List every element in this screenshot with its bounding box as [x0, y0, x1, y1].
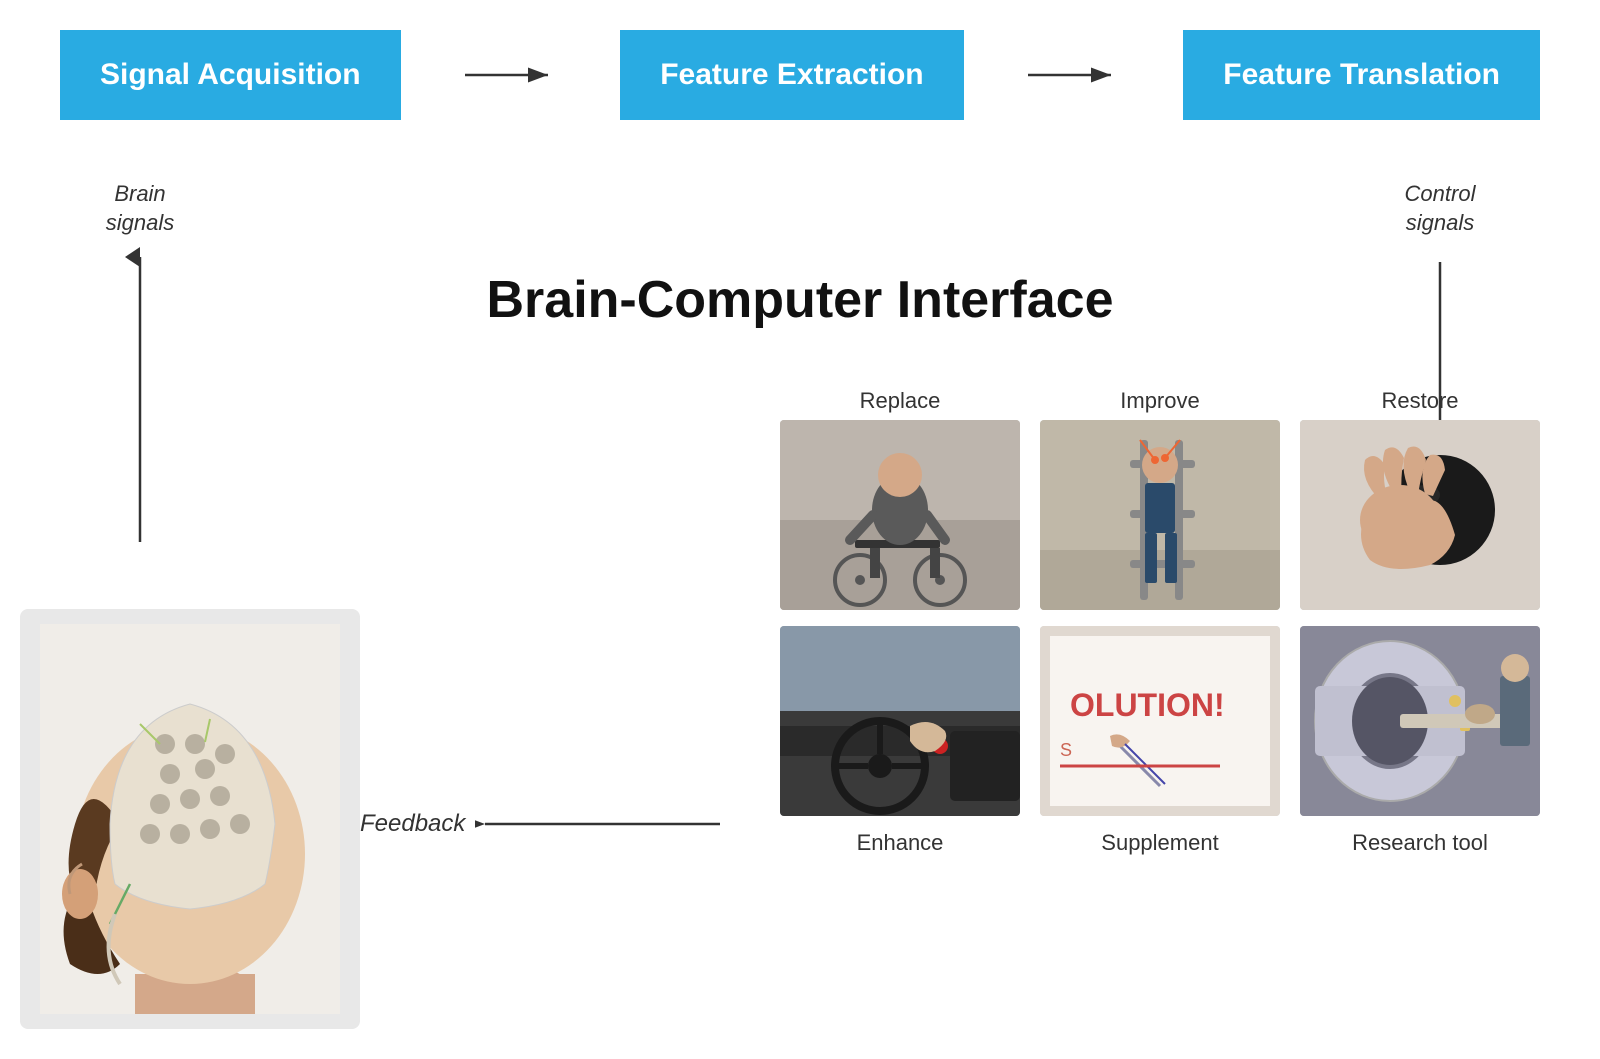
- eeg-cap-svg: [40, 624, 340, 1014]
- replace-label: Replace: [780, 380, 1020, 420]
- enhance-image: [780, 626, 1020, 816]
- supplement-image: OLUTION! S: [1040, 626, 1280, 816]
- signal-acquisition-box: Signal Acquisition: [60, 30, 401, 120]
- svg-text:OLUTION!: OLUTION!: [1070, 687, 1225, 723]
- feature-extraction-box: Feature Extraction: [620, 30, 963, 120]
- signal-acquisition-label: Signal Acquisition: [100, 58, 361, 91]
- brain-signals-label: Brain signals: [106, 180, 174, 237]
- svg-text:S: S: [1060, 740, 1072, 760]
- restore-label: Restore: [1300, 380, 1540, 420]
- application-grid: Replace Improve Restore: [780, 380, 1540, 856]
- arrow-sa-to-fe: [450, 60, 570, 90]
- feedback-section: Feedback: [360, 809, 725, 839]
- feature-translation-box: Feature Translation: [1183, 30, 1540, 120]
- feedback-arrow-svg: [475, 809, 725, 839]
- top-pipeline: Signal Acquisition Feature Extraction Fe…: [0, 0, 1600, 120]
- improve-label: Improve: [1040, 380, 1280, 420]
- control-signals-label: Control signals: [1405, 180, 1476, 237]
- brain-signals-section: Brain signals: [60, 180, 220, 557]
- research-tool-bottom-label: Research tool: [1300, 822, 1540, 856]
- supplement-bottom-label: Supplement: [1040, 822, 1280, 856]
- page-title: Brain-Computer Interface: [0, 270, 1600, 330]
- restore-image: [1300, 420, 1540, 610]
- feature-extraction-label: Feature Extraction: [660, 58, 923, 91]
- feedback-label: Feedback: [360, 810, 465, 838]
- replace-image: [780, 420, 1020, 610]
- feature-translation-label: Feature Translation: [1223, 58, 1500, 91]
- eeg-cap-figure: [20, 609, 360, 1029]
- improve-image: [1040, 420, 1280, 610]
- enhance-bottom-label: Enhance: [780, 822, 1020, 856]
- research-tool-image: [1300, 626, 1540, 816]
- arrow-fe-to-ft: [1013, 60, 1133, 90]
